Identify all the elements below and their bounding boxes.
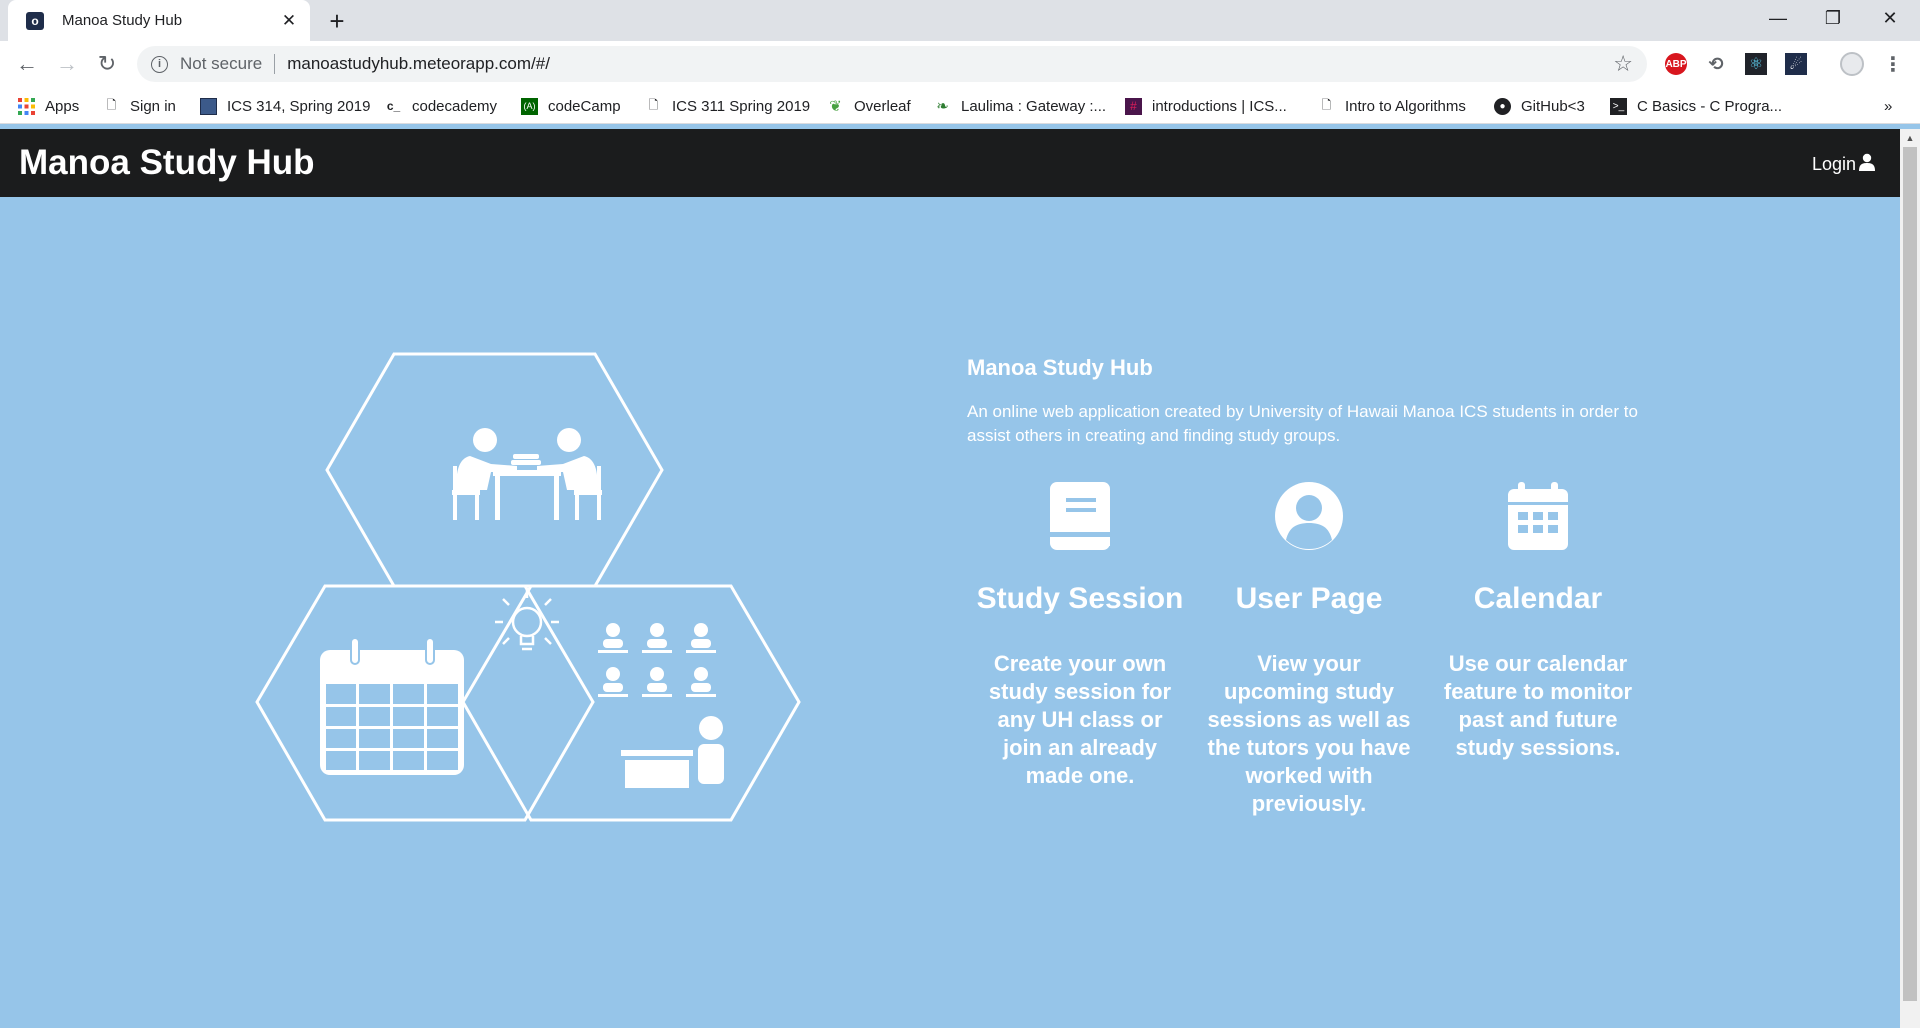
bookmark-label: Overleaf bbox=[854, 97, 911, 115]
url-text[interactable]: manoastudyhub.meteorapp.com/#/ bbox=[287, 54, 1613, 74]
feature-calendar: Calendar Use our calendar feature to mon… bbox=[1433, 480, 1643, 762]
back-arrow-icon[interactable]: ← bbox=[12, 49, 42, 79]
bookmarks-overflow-icon[interactable]: » bbox=[1884, 94, 1892, 118]
terminal-icon: >_ bbox=[1610, 97, 1627, 115]
feature-user-page: User Page View your upcoming study sessi… bbox=[1204, 480, 1414, 818]
bookmark-apps[interactable]: Apps bbox=[18, 94, 79, 118]
bookmark-c-basics[interactable]: >_ C Basics - C Progra... bbox=[1610, 94, 1782, 118]
bookmark-label: GitHub<3 bbox=[1521, 97, 1585, 115]
intro-title: Manoa Study Hub bbox=[967, 355, 1153, 380]
bookmark-label: ICS 314, Spring 2019 bbox=[227, 97, 371, 115]
profile-avatar-icon[interactable] bbox=[1840, 52, 1864, 76]
omnibox-divider bbox=[274, 54, 276, 74]
apps-grid-icon bbox=[18, 97, 35, 115]
study-table-icon bbox=[452, 428, 602, 520]
bookmark-label: Intro to Algorithms bbox=[1345, 97, 1466, 115]
calendar-grid-icon bbox=[320, 637, 464, 775]
browser-menu-icon[interactable]: ⋮ bbox=[1882, 53, 1904, 76]
bookmark-laulima[interactable]: ❧ Laulima : Gateway :... bbox=[934, 94, 1106, 118]
intro-description: An online web application created by Uni… bbox=[967, 402, 1638, 445]
bookmarks-bar: Apps 🗋 Sign in ICS 314, Spring 2019 c_ c… bbox=[0, 87, 1920, 124]
close-tab-icon[interactable]: ✕ bbox=[278, 10, 300, 32]
bookmark-label: ICS 311 Spring 2019 bbox=[672, 97, 811, 115]
lightbulb-icon bbox=[495, 590, 559, 651]
reload-icon[interactable]: ↻ bbox=[92, 49, 122, 79]
feature-study-session: Study Session Create your own study sess… bbox=[975, 480, 1185, 790]
student-row-2 bbox=[598, 667, 716, 697]
page-icon: 🗋 bbox=[648, 97, 659, 112]
site-info-icon[interactable]: i bbox=[151, 55, 168, 73]
bookmark-codecamp[interactable]: (A) codeCamp bbox=[521, 94, 621, 118]
feature-description: View your upcoming study sessions as wel… bbox=[1207, 651, 1411, 816]
bookmark-intro-algorithms[interactable]: 🗋 Intro to Algorithms bbox=[1318, 94, 1466, 118]
browser-toolbar: ← → ↻ i Not secure manoastudyhub.meteora… bbox=[0, 41, 1920, 87]
bookmark-label: Apps bbox=[45, 97, 80, 115]
bookmark-label: codeCamp bbox=[548, 97, 621, 115]
tab-strip: o Manoa Study Hub ✕ + — ❐ ✕ bbox=[0, 0, 1920, 41]
close-window-icon[interactable]: ✕ bbox=[1862, 0, 1918, 36]
classroom-icon bbox=[598, 623, 724, 788]
meteor-devtools-icon[interactable]: ☄ bbox=[1785, 53, 1807, 75]
bookmark-overleaf[interactable]: ❦ Overleaf bbox=[827, 94, 911, 118]
page-icon: 🗋 bbox=[106, 97, 117, 112]
feature-description: Create your own study session for any UH… bbox=[988, 651, 1172, 788]
book-icon bbox=[975, 480, 1185, 556]
bookmark-codecademy[interactable]: c_ codecademy bbox=[385, 94, 497, 118]
site-navbar: Manoa Study Hub Login bbox=[0, 129, 1900, 197]
page-scrollbar[interactable]: ▲ bbox=[1900, 129, 1920, 1028]
feature-title: User Page bbox=[1235, 582, 1383, 615]
address-bar[interactable]: i Not secure manoastudyhub.meteorapp.com… bbox=[137, 46, 1647, 82]
overleaf-leaf-icon: ❦ bbox=[829, 98, 842, 115]
bookmark-sign-in[interactable]: 🗋 Sign in bbox=[103, 94, 176, 118]
browser-tab[interactable]: o Manoa Study Hub ✕ bbox=[8, 0, 310, 41]
site-favicon-icon: o bbox=[26, 11, 44, 30]
bookmark-label: Sign in bbox=[130, 97, 176, 115]
codecademy-icon: c_ bbox=[386, 99, 401, 113]
feature-title: Calendar bbox=[1473, 582, 1603, 615]
feature-title: Study Session bbox=[976, 582, 1184, 615]
minimize-window-icon[interactable]: — bbox=[1750, 0, 1806, 36]
student-row-1 bbox=[598, 623, 716, 653]
react-devtools-icon[interactable]: ⚛ bbox=[1745, 53, 1767, 75]
restore-window-icon[interactable]: ❐ bbox=[1805, 0, 1861, 36]
scroll-up-arrow-icon[interactable]: ▲ bbox=[1900, 129, 1920, 146]
feature-description: Use our calendar feature to monitor past… bbox=[1443, 651, 1633, 760]
slack-icon: # bbox=[1125, 97, 1142, 115]
bookmark-ics314[interactable]: ICS 314, Spring 2019 bbox=[200, 94, 370, 118]
bookmark-label: introductions | ICS... bbox=[1152, 97, 1287, 115]
user-circle-icon bbox=[1204, 480, 1414, 556]
scroll-thumb[interactable] bbox=[1903, 147, 1917, 1001]
bookmark-star-icon[interactable]: ☆ bbox=[1613, 51, 1633, 77]
bookmark-label: C Basics - C Progra... bbox=[1637, 97, 1783, 115]
user-icon bbox=[1858, 153, 1876, 176]
bookmark-introductions[interactable]: # introductions | ICS... bbox=[1125, 94, 1287, 118]
security-status: Not secure bbox=[180, 54, 263, 73]
codecamp-icon: (A) bbox=[521, 97, 538, 115]
bookmark-label: Laulima : Gateway :... bbox=[961, 97, 1107, 115]
adblock-extension-icon[interactable]: ABP bbox=[1665, 53, 1687, 75]
sync-extension-icon[interactable]: ⟲ bbox=[1705, 53, 1727, 75]
ics-site-icon bbox=[200, 97, 217, 115]
page-icon: 🗋 bbox=[1321, 97, 1332, 112]
login-label: Login bbox=[1811, 154, 1856, 174]
login-button[interactable]: Login bbox=[1812, 153, 1876, 176]
site-brand[interactable]: Manoa Study Hub bbox=[19, 143, 315, 183]
new-tab-button[interactable]: + bbox=[324, 8, 350, 34]
study-hub-illustration bbox=[255, 352, 801, 822]
calendar-icon bbox=[1433, 480, 1643, 556]
bookmark-ics311[interactable]: 🗋 ICS 311 Spring 2019 bbox=[645, 94, 810, 118]
forward-arrow-icon[interactable]: → bbox=[52, 49, 82, 79]
tab-title: Manoa Study Hub bbox=[62, 12, 183, 29]
laulima-leaf-icon: ❧ bbox=[936, 98, 949, 115]
github-icon: ● bbox=[1494, 97, 1511, 115]
bookmark-github[interactable]: ● GitHub<3 bbox=[1494, 94, 1585, 118]
bookmark-label: codecademy bbox=[412, 97, 498, 115]
